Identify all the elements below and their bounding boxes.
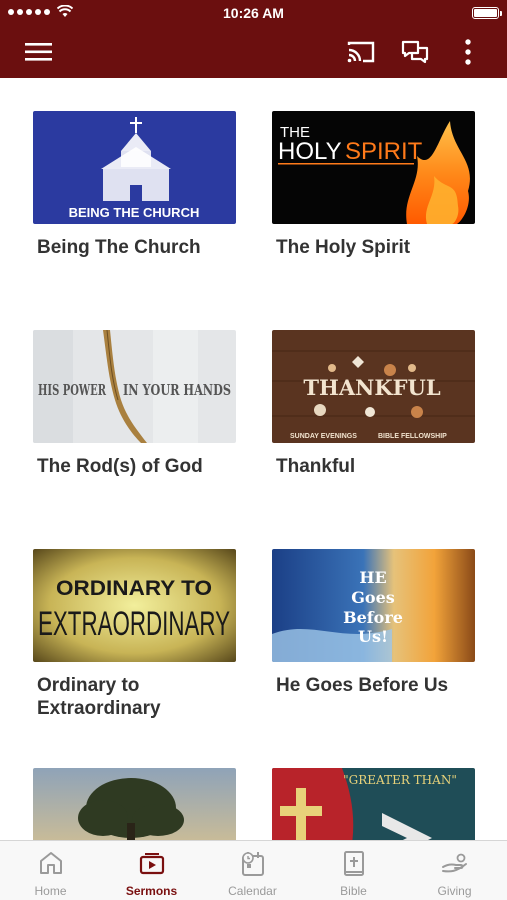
menu-button[interactable] — [21, 34, 57, 70]
sermon-artwork: THANKFUL SUNDAY EVENINGS BIBLE FELLOWSHI… — [272, 330, 475, 443]
artwork-text: SUNDAY EVENINGS — [290, 433, 357, 440]
sermon-card[interactable]: ORDINARY TO EXTRAORDINARY Ordinary to Ex… — [33, 549, 236, 720]
tab-label: Bible — [340, 884, 367, 898]
artwork-text: EXTRAORDINARY — [38, 605, 230, 643]
bible-icon — [343, 851, 364, 876]
tab-giving[interactable]: Giving — [404, 841, 505, 900]
tab-bible[interactable]: Bible — [303, 841, 404, 900]
sermon-title: Ordinary to Extraordinary — [37, 675, 161, 719]
sermon-artwork: ORDINARY TO EXTRAORDINARY — [33, 549, 236, 662]
status-time: 10:26 AM — [223, 5, 284, 21]
sermons-icon — [139, 853, 164, 875]
more-options-button[interactable] — [450, 34, 486, 70]
artwork-text: SPIRIT — [345, 138, 423, 165]
sermon-card[interactable] — [33, 768, 236, 840]
artwork-text: Before — [343, 608, 403, 627]
sermon-title: The Holy Spirit — [276, 237, 411, 258]
artwork-text: IN YOUR HANDS — [123, 381, 231, 399]
artwork-text: HE — [359, 568, 386, 587]
artwork-text: BIBLE FELLOWSHIP — [378, 433, 447, 440]
calendar-icon — [241, 852, 264, 876]
app-bar — [0, 26, 507, 78]
artwork-text: THANKFUL — [303, 375, 440, 400]
artwork-text: Goes — [351, 588, 395, 607]
cast-button[interactable] — [343, 34, 379, 70]
sermon-card[interactable]: HE Goes Before Us! He Goes Before Us — [272, 549, 475, 697]
tab-label: Calendar — [228, 884, 277, 898]
artwork-text: BEING THE CHURCH — [69, 205, 200, 220]
artwork-text: Us! — [358, 627, 388, 646]
more-vertical-icon — [465, 39, 471, 65]
sermon-artwork — [33, 768, 236, 840]
menu-icon — [25, 43, 52, 61]
sermon-title: Being The Church — [37, 237, 201, 258]
sermon-title: The Rod(s) of God — [37, 456, 203, 477]
sermon-grid: BEING THE CHURCH Being The Church THE HO… — [0, 78, 507, 840]
chat-icon — [401, 40, 429, 64]
sermon-card[interactable]: HIS POWER IN YOUR HANDS The Rod(s) of Go… — [33, 330, 236, 478]
home-icon — [39, 852, 62, 874]
artwork-text: HIS POWER — [38, 381, 106, 399]
sermon-title: Thankful — [276, 456, 356, 477]
cast-icon — [347, 41, 375, 63]
bottom-tab-bar: Home Sermons Calendar Bible Giving — [0, 840, 507, 900]
artwork-text: HOLY — [278, 138, 342, 165]
sermon-title: He Goes Before Us — [276, 675, 449, 696]
giving-icon — [441, 853, 467, 873]
sermon-card[interactable]: THE HOLY SPIRIT The Holy Spirit — [272, 111, 475, 259]
tab-sermons[interactable]: Sermons — [101, 841, 202, 900]
tab-label: Giving — [437, 884, 472, 898]
tab-calendar[interactable]: Calendar — [202, 841, 303, 900]
artwork-text: "GREATER THAN" — [343, 773, 457, 787]
chat-button[interactable] — [397, 34, 433, 70]
tab-label: Sermons — [125, 884, 178, 898]
sermon-artwork: "GREATER THAN" — [272, 768, 475, 840]
sermon-card[interactable]: BEING THE CHURCH Being The Church — [33, 111, 236, 259]
artwork-text: ORDINARY TO — [56, 577, 212, 600]
sermon-card[interactable]: THANKFUL SUNDAY EVENINGS BIBLE FELLOWSHI… — [272, 330, 475, 478]
sermon-card[interactable]: "GREATER THAN" — [272, 768, 475, 840]
sermon-artwork: THE HOLY SPIRIT — [272, 111, 475, 224]
sermon-artwork: HIS POWER IN YOUR HANDS — [33, 330, 236, 443]
tab-home[interactable]: Home — [0, 841, 101, 900]
sermon-artwork: HE Goes Before Us! — [272, 549, 475, 662]
battery-icon — [472, 7, 502, 19]
tab-label: Home — [34, 884, 67, 898]
sermon-artwork: BEING THE CHURCH — [33, 111, 236, 224]
status-bar: 10:26 AM — [0, 0, 507, 26]
